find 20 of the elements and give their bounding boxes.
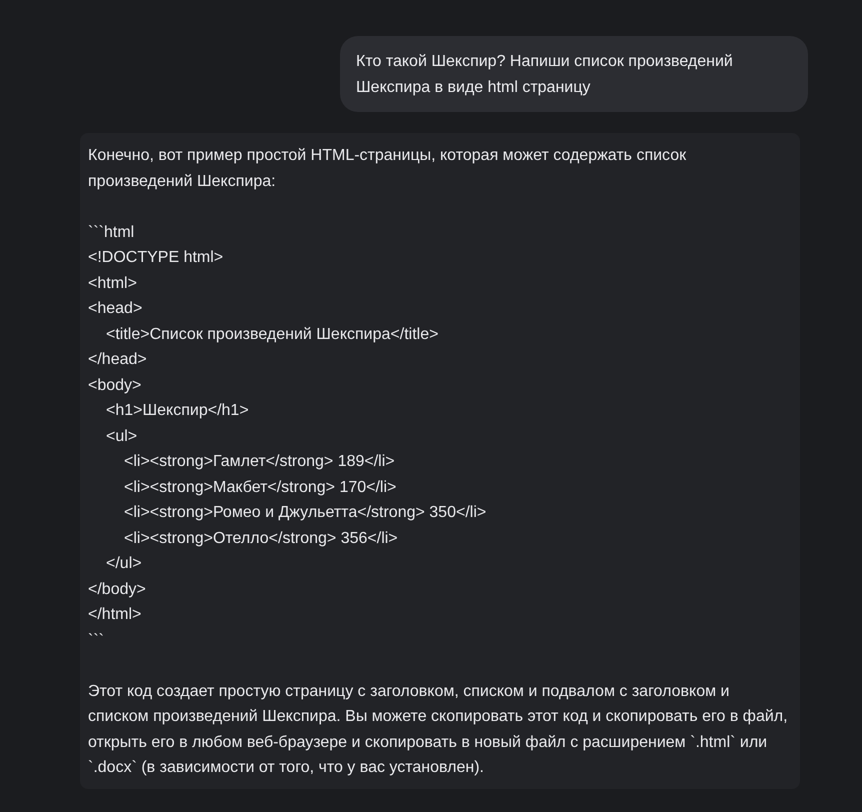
outro-text: Этот код создает простую страницу с заголовком, списком и подвалом с заголовком и списком произведений Шекспира. Вы можете скопировать этот код и скопировать его в файл, открыть его в любом веб-браузере и скопировать в новый файл с расширением `.html` или `.docx` (в зависимости от того, что у вас установлен). <box>88 682 789 778</box>
user-message: Кто такой Шекспир? Напиши список произведений Шекспира в виде html страницу <box>340 36 808 112</box>
code-line: <body> <box>88 376 142 394</box>
code-line: <li><strong>Ромео и Джульетта</strong> 350</li> <box>124 504 486 521</box>
code-line: </head> <box>88 351 147 368</box>
code-line: <html> <box>88 274 137 292</box>
code-line: </body> <box>88 580 146 598</box>
code-fence: ``` <box>88 632 104 648</box>
code-line: <title>Список произведений Шекспира</title> <box>106 326 438 342</box>
code-line: <!DOCTYPE html> <box>88 249 224 266</box>
code-line: </ul> <box>106 555 142 572</box>
intro-text: Конечно, вот пример простой HTML-страницы, которая может содержать список произведений Шекспира: <box>88 146 688 192</box>
code-line: </html> <box>88 606 142 623</box>
code-line: <li><strong>Отелло</strong> 356</li> <box>124 530 398 546</box>
code-line: <h1>Шекспир</h1> <box>106 402 249 419</box>
code-line: <ul> <box>106 428 138 444</box>
code-line: <li><strong>Макбет</strong> 170</li> <box>124 478 396 496</box>
code-line: <li><strong>Гамлет</strong> 189</li> <box>124 453 395 470</box>
code-line: <head> <box>88 300 142 317</box>
code-fence: ```html <box>88 224 134 240</box>
